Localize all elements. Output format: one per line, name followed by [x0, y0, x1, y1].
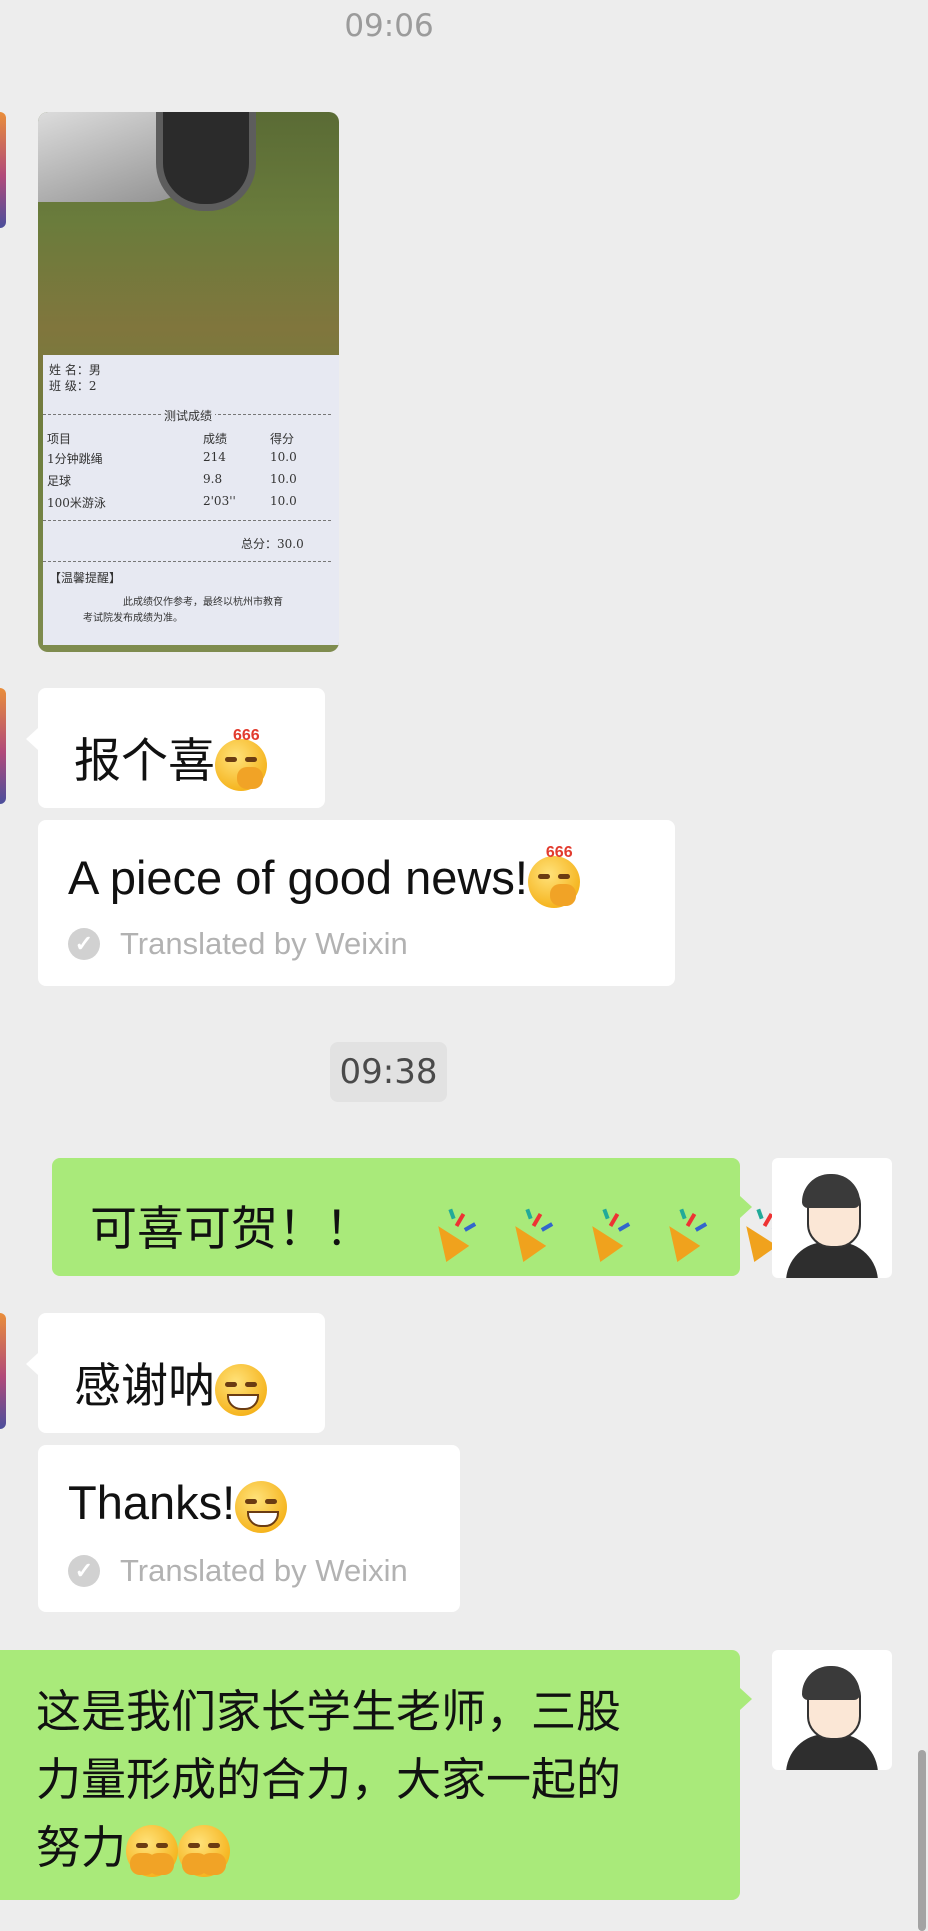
receipt-row-item: 足球 — [47, 474, 72, 488]
translated-text: Thanks! — [68, 1476, 236, 1529]
translated-by-label: Translated by Weixin — [120, 926, 408, 961]
hug-emoji-icon — [178, 1825, 231, 1877]
hug-emoji-icon — [126, 1825, 179, 1877]
party-popper-icon — [426, 1207, 480, 1262]
my-avatar[interactable] — [772, 1158, 892, 1278]
receipt-col-score: 得分 — [270, 432, 295, 446]
party-popper-icon — [657, 1207, 711, 1262]
receipt-notice-title: 【温馨提醒】 — [49, 571, 122, 585]
grin-emoji-icon — [215, 1363, 267, 1416]
timestamp-pill: 09:38 — [330, 1042, 447, 1102]
message-text: 可喜可贺！！ — [90, 1202, 372, 1257]
receipt-divider — [43, 561, 331, 562]
translation-card[interactable]: Thanks! ✓ Translated by Weixin — [38, 1445, 460, 1612]
receipt-row-score: 10.0 — [270, 450, 297, 464]
receipt-row-score: 10.0 — [270, 472, 297, 486]
receipt-row-item: 1分钟跳绳 — [47, 452, 103, 466]
scrollbar[interactable] — [918, 1750, 926, 1931]
receipt-name: 姓 名：男 — [49, 363, 101, 377]
receipt-row-result: 2'03'' — [203, 494, 236, 508]
translated-by-label: Translated by Weixin — [120, 1553, 408, 1588]
message-line: 这是我们家长学生老师，三股 — [36, 1685, 622, 1738]
receipt-row-result: 9.8 — [203, 472, 223, 486]
translation-card[interactable]: A piece of good news! 666 ✓ Translated by… — [38, 820, 675, 986]
sender-avatar[interactable] — [0, 1313, 6, 1429]
party-popper-icon — [503, 1207, 557, 1262]
sender-avatar[interactable] — [0, 688, 6, 804]
receipt-col-result: 成绩 — [203, 432, 228, 446]
receipt-divider — [43, 520, 331, 521]
tire-image-part — [156, 112, 256, 211]
sender-avatar[interactable] — [0, 112, 6, 228]
message-text: 报个喜 — [74, 734, 215, 789]
message-text: 感谢呐 — [74, 1359, 215, 1414]
receipt-class: 班 级：2 — [49, 379, 97, 393]
outgoing-message[interactable]: 可喜可贺！！ — [52, 1158, 784, 1276]
666-emoji-icon: 666 — [527, 844, 580, 908]
incoming-message[interactable]: 报个喜 666 — [26, 688, 325, 808]
receipt-notice-line: 考试院发布成绩为准。 — [83, 613, 183, 624]
receipt-col-item: 项目 — [47, 432, 72, 446]
translated-text: A piece of good news! — [68, 851, 528, 904]
666-emoji-icon: 666 — [215, 727, 267, 791]
check-icon: ✓ — [68, 1555, 100, 1587]
receipt-section-title: 测试成绩 — [161, 407, 216, 424]
photo-message[interactable]: 姓 名：男 班 级：2 测试成绩 项目 成绩 得分 1分钟跳绳 214 10.0… — [38, 112, 339, 652]
grin-emoji-icon — [235, 1480, 288, 1533]
timestamp-top: 09:06 — [344, 8, 434, 44]
incoming-message[interactable]: 感谢呐 — [26, 1313, 325, 1433]
receipt-notice-line: 此成绩仅作参考，最终以杭州市教育 — [123, 597, 283, 608]
score-receipt: 姓 名：男 班 级：2 测试成绩 项目 成绩 得分 1分钟跳绳 214 10.0… — [43, 355, 339, 645]
receipt-row-result: 214 — [203, 450, 226, 464]
message-line: 努力 — [36, 1821, 127, 1874]
receipt-row-item: 100米游泳 — [47, 496, 106, 510]
check-icon: ✓ — [68, 928, 100, 960]
outgoing-message[interactable]: 这是我们家长学生老师，三股 力量形成的合力，大家一起的 努力 — [0, 1650, 752, 1900]
message-line: 力量形成的合力，大家一起的 — [36, 1753, 622, 1806]
my-avatar[interactable] — [772, 1650, 892, 1770]
receipt-total: 总分：30.0 — [241, 537, 304, 551]
receipt-row-score: 10.0 — [270, 494, 297, 508]
party-popper-icon — [580, 1207, 634, 1262]
